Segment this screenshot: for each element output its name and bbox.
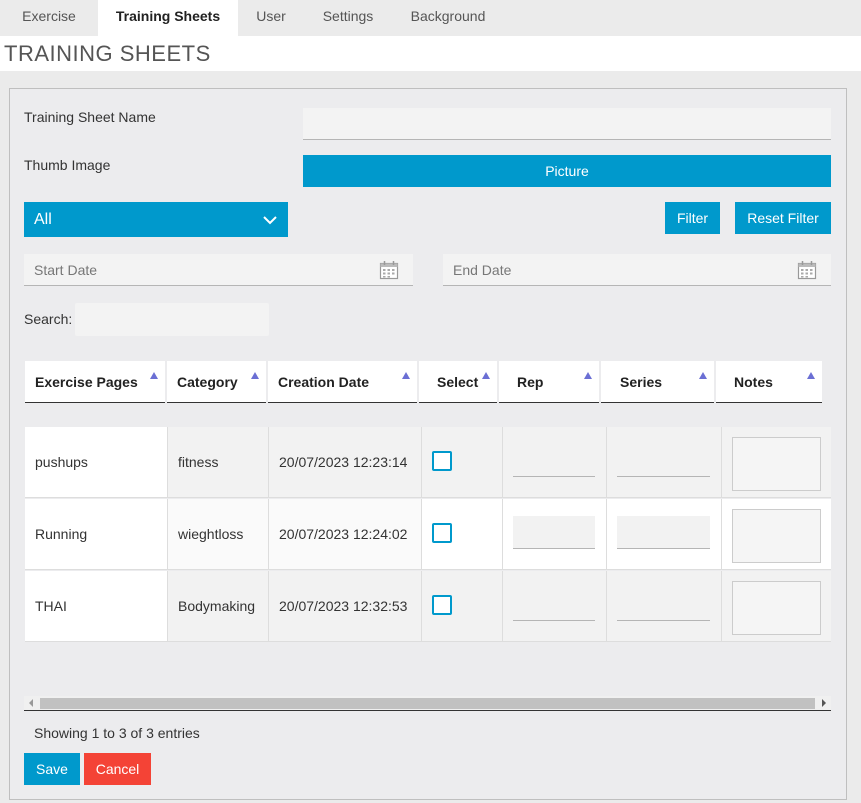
cell-rep (503, 499, 607, 570)
cell-select (422, 499, 503, 570)
scroll-thumb[interactable] (40, 698, 815, 709)
calendar-icon[interactable] (379, 260, 399, 280)
column-header-category[interactable]: Category (167, 361, 266, 403)
category-select-value: All (34, 211, 52, 228)
save-button[interactable]: Save (24, 753, 80, 785)
notes-textarea[interactable] (732, 581, 821, 635)
picture-button[interactable]: Picture (303, 155, 831, 187)
rep-input[interactable] (513, 588, 595, 621)
cell-category: wieghtloss (168, 499, 269, 570)
training-sheet-name-label: Training Sheet Name (24, 109, 156, 125)
chevron-down-icon (263, 216, 277, 225)
exercise-table: Exercise Pages Category Creation Date Se… (24, 360, 831, 712)
search-input[interactable] (75, 303, 269, 336)
end-date-input[interactable] (443, 254, 831, 286)
column-header-notes[interactable]: Notes (716, 361, 822, 403)
sort-asc-icon (402, 372, 410, 379)
cell-notes (722, 499, 831, 570)
series-input[interactable] (617, 516, 710, 549)
cell-exercise-page: THAI (25, 571, 168, 642)
cell-category: Bodymaking (168, 571, 269, 642)
sort-asc-icon (807, 372, 815, 379)
page-title: TRAINING SHEETS (4, 41, 211, 66)
row-select-checkbox[interactable] (432, 451, 452, 471)
calendar-icon[interactable] (797, 260, 817, 280)
reset-filter-button[interactable]: Reset Filter (735, 202, 831, 234)
sort-asc-icon (584, 372, 592, 379)
column-header-label: Series (620, 374, 663, 390)
scroll-right-arrow-icon[interactable] (822, 699, 826, 707)
search-label: Search: (24, 311, 73, 327)
column-header-label: Exercise Pages (35, 374, 138, 390)
column-header-label: Notes (734, 374, 773, 390)
column-header-exercise-pages[interactable]: Exercise Pages (25, 361, 165, 403)
sort-asc-icon (699, 372, 707, 379)
category-select[interactable]: All (24, 202, 288, 237)
series-input[interactable] (617, 444, 710, 477)
horizontal-scrollbar[interactable] (24, 696, 831, 711)
training-sheet-name-input[interactable] (303, 108, 831, 140)
rep-input[interactable] (513, 444, 595, 477)
column-header-label: Select (437, 374, 479, 390)
cell-creation-date: 20/07/2023 12:23:14 (269, 427, 422, 498)
filter-button[interactable]: Filter (665, 202, 720, 234)
cell-exercise-page: pushups (25, 427, 168, 498)
tab-settings[interactable]: Settings (304, 0, 392, 36)
sort-asc-icon (150, 372, 158, 379)
title-bar: TRAINING SHEETS (0, 36, 861, 71)
row-select-checkbox[interactable] (432, 523, 452, 543)
cell-creation-date: 20/07/2023 12:32:53 (269, 571, 422, 642)
start-date-input[interactable] (24, 254, 413, 286)
cell-series (607, 571, 722, 642)
scroll-left-arrow-icon[interactable] (29, 699, 33, 707)
cell-exercise-page: Running (25, 499, 168, 570)
column-header-label: Rep (517, 374, 544, 390)
sort-asc-icon (251, 372, 259, 379)
series-input[interactable] (617, 588, 710, 621)
cell-select (422, 427, 503, 498)
cell-select (422, 571, 503, 642)
cell-rep (503, 427, 607, 498)
cell-notes (722, 571, 831, 642)
sort-asc-icon (482, 372, 490, 379)
cell-series (607, 499, 722, 570)
cell-rep (503, 571, 607, 642)
cell-creation-date: 20/07/2023 12:24:02 (269, 499, 422, 570)
column-header-select[interactable]: Select (419, 361, 497, 403)
column-header-label: Category (177, 374, 238, 390)
cancel-button[interactable]: Cancel (84, 753, 151, 785)
column-header-creation-date[interactable]: Creation Date (268, 361, 417, 403)
notes-textarea[interactable] (732, 437, 821, 491)
tab-exercise[interactable]: Exercise (0, 0, 98, 36)
table-info: Showing 1 to 3 of 3 entries (34, 725, 200, 741)
cell-notes (722, 427, 831, 498)
tab-user[interactable]: User (238, 0, 304, 36)
cell-series (607, 427, 722, 498)
tab-bar: Exercise Training Sheets User Settings B… (0, 0, 861, 36)
rep-input[interactable] (513, 516, 595, 549)
column-header-series[interactable]: Series (601, 361, 714, 403)
thumb-image-label: Thumb Image (24, 157, 111, 173)
tab-background[interactable]: Background (392, 0, 504, 36)
column-header-label: Creation Date (278, 374, 370, 390)
tab-training-sheets[interactable]: Training Sheets (98, 0, 238, 36)
notes-textarea[interactable] (732, 509, 821, 563)
row-select-checkbox[interactable] (432, 595, 452, 615)
cell-category: fitness (168, 427, 269, 498)
column-header-rep[interactable]: Rep (499, 361, 599, 403)
